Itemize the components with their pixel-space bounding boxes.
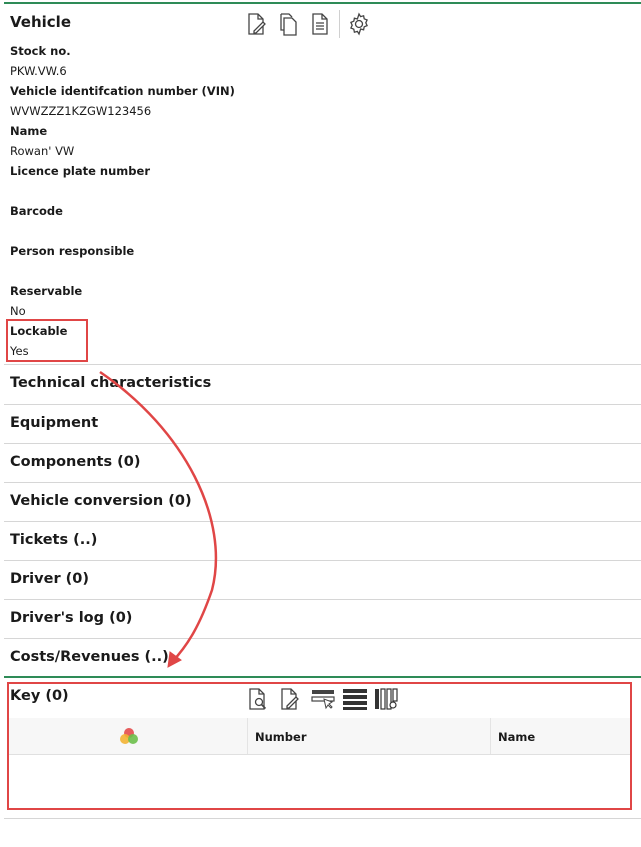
bottom-divider: [4, 818, 641, 819]
licence-plate-label: Licence plate number: [10, 164, 150, 178]
key-panel-accent-line: [4, 676, 641, 678]
stock-no-value: PKW.VW.6: [10, 64, 67, 78]
copy-document-icon[interactable]: [275, 11, 301, 37]
toolbar-separator: [339, 10, 340, 38]
section-title[interactable]: Components (0): [10, 454, 141, 470]
column-divider: [247, 718, 248, 754]
settings-gear-icon[interactable]: [346, 11, 372, 37]
document-list-icon[interactable]: [307, 11, 333, 37]
select-row-icon[interactable]: [310, 686, 336, 712]
section-components[interactable]: Components (0): [4, 443, 641, 483]
lockable-label: Lockable: [10, 324, 68, 338]
vin-value: WVWZZZ1KZGW123456: [10, 104, 152, 118]
list-view-icon[interactable]: [342, 686, 368, 712]
lockable-value: Yes: [10, 344, 29, 358]
key-grid-header: [8, 718, 630, 755]
vehicle-panel-title: Vehicle: [10, 13, 71, 31]
stock-no-label: Stock no.: [10, 44, 71, 58]
reservable-label: Reservable: [10, 284, 83, 298]
person-responsible-label: Person responsible: [10, 244, 135, 258]
section-title[interactable]: Equipment: [10, 415, 98, 431]
section-technical-characteristics[interactable]: Technical characteristics: [4, 364, 641, 404]
section-drivers-log[interactable]: Driver's log (0): [4, 599, 641, 639]
section-title[interactable]: Driver (0): [10, 571, 89, 587]
key-panel-title: Key (0): [10, 688, 69, 704]
section-vehicle-conversion[interactable]: Vehicle conversion (0): [4, 482, 641, 522]
barcode-label: Barcode: [10, 204, 63, 218]
key-toolbar: [244, 686, 400, 712]
name-value: Rowan' VW: [10, 144, 75, 158]
section-title[interactable]: Technical characteristics: [10, 375, 211, 391]
edit-document-icon[interactable]: [243, 11, 269, 37]
column-header-number[interactable]: Number: [255, 730, 307, 744]
search-document-icon[interactable]: [244, 686, 270, 712]
section-costs-revenues[interactable]: Costs/Revenues (..): [4, 638, 641, 678]
section-driver[interactable]: Driver (0): [4, 560, 641, 600]
section-title[interactable]: Costs/Revenues (..): [10, 649, 169, 665]
section-equipment[interactable]: Equipment: [4, 404, 641, 444]
section-title[interactable]: Driver's log (0): [10, 610, 132, 626]
column-divider: [490, 718, 491, 754]
vin-label: Vehicle identifcation number (VIN): [10, 84, 235, 98]
column-header-name[interactable]: Name: [498, 730, 535, 744]
header-accent-line: [4, 2, 641, 4]
section-tickets[interactable]: Tickets (..): [4, 521, 641, 561]
name-label: Name: [10, 124, 48, 138]
section-title[interactable]: Vehicle conversion (0): [10, 493, 192, 509]
vehicle-toolbar: [243, 10, 372, 38]
column-settings-icon[interactable]: [374, 686, 400, 712]
edit-document-icon[interactable]: [276, 686, 302, 712]
section-title[interactable]: Tickets (..): [10, 532, 97, 548]
status-color-icon: [119, 727, 139, 745]
reservable-value: No: [10, 304, 26, 318]
